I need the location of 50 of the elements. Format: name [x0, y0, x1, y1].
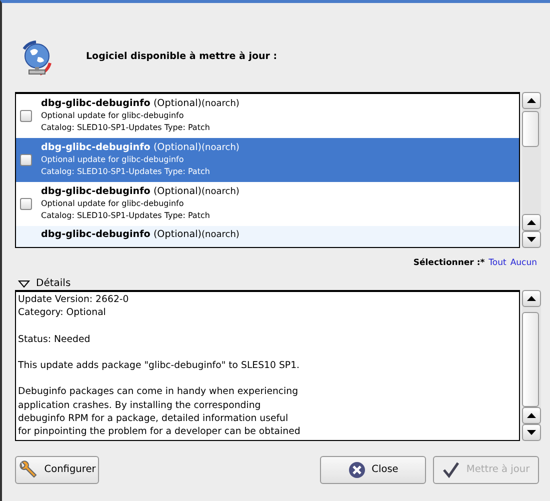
update-summary: Optional update for glibc-debuginfo — [41, 110, 185, 122]
details-text-line: application crashes. By installing the corresponding — [18, 398, 262, 412]
wrench-icon — [18, 460, 38, 480]
scroll-up-button[interactable] — [522, 92, 541, 109]
details-text-line: This update adds package "glibc-debuginfo" to SLES10 SP1. — [18, 358, 301, 372]
select-label: Sélectionner :* — [413, 257, 485, 270]
scroll-up-button[interactable] — [522, 407, 541, 424]
scrollbar-thumb[interactable] — [522, 312, 539, 407]
update-title: dbg-glibc-debuginfo (Optional)(noarch) — [41, 98, 240, 110]
select-link[interactable]: Tout — [488, 257, 506, 272]
update-summary: Optional update for glibc-debuginfo — [41, 154, 185, 166]
up-arrow-icon — [527, 413, 536, 418]
details-text-line: Update Version: 2662-0 — [18, 293, 130, 306]
scroll-down-button[interactable] — [522, 424, 541, 441]
checkbox[interactable] — [20, 198, 32, 210]
details-text-line: for pinpointing the problem for a developer can be obtained — [18, 424, 302, 438]
update-title: dbg-glibc-debuginfo (Optional)(noarch) — [41, 186, 240, 198]
update-row[interactable]: dbg-glibc-debuginfo (Optional)(noarch) Optional update for glibc-debuginfo Catalog: SLED10-SP1-Updates Type: Patch — [16, 138, 519, 182]
select-link[interactable]: Aucun — [510, 257, 537, 272]
update-title: dbg-glibc-debuginfo (Optional)(noarch) — [41, 229, 240, 241]
scroll-up-button[interactable] — [522, 214, 541, 231]
up-arrow-icon — [527, 98, 536, 103]
checkmark-icon — [442, 461, 460, 479]
update-row[interactable]: dbg-glibc-debuginfo (Optional)(noarch) Optional update for glibc-debuginfo Catalog: SLED10-SP1-Updates Type: Patch — [16, 94, 519, 138]
checkbox[interactable] — [20, 110, 32, 122]
down-arrow-icon — [527, 237, 536, 242]
update-catalog: Catalog: SLED10-SP1-Updates Type: Patch — [41, 122, 211, 134]
details-text-line: debuginfo RPM for a package, detailed information useful — [18, 412, 290, 425]
update-row[interactable]: dbg-glibc-debuginfo (Optional)(noarch) — [16, 226, 519, 247]
button[interactable]: Close — [320, 456, 426, 484]
up-arrow-icon — [527, 296, 536, 301]
button[interactable]: Configurer — [15, 456, 99, 484]
up-arrow-icon — [527, 220, 536, 225]
scroll-up-button[interactable] — [522, 290, 541, 307]
checkbox[interactable] — [20, 154, 32, 166]
scrollbar-thumb[interactable] — [522, 111, 539, 147]
details-expander[interactable]: Détails — [2, 272, 550, 290]
expander-triangle-icon — [18, 280, 30, 288]
update-title: dbg-glibc-debuginfo (Optional)(noarch) — [41, 142, 240, 154]
update-catalog: Catalog: SLED10-SP1-Updates Type: Patch — [41, 210, 211, 222]
details-text-line: Debuginfo packages can come in handy when experiencing — [18, 385, 300, 399]
update-catalog: Catalog: SLED10-SP1-Updates Type: Patch — [41, 166, 211, 178]
details-text-line: Category: Optional — [18, 306, 107, 320]
down-arrow-icon — [527, 430, 536, 435]
details-text-line: Status: Needed — [18, 332, 92, 346]
update-row[interactable]: dbg-glibc-debuginfo (Optional)(noarch) Optional update for glibc-debuginfo Catalog: SLED10-SP1-Updates Type: Patch — [16, 182, 519, 226]
update-summary: Optional update for glibc-debuginfo — [41, 198, 185, 210]
scroll-down-button[interactable] — [522, 231, 541, 248]
dialog-title: Logiciel disponible à mettre à jour : — [86, 50, 278, 64]
close-icon — [348, 461, 366, 479]
